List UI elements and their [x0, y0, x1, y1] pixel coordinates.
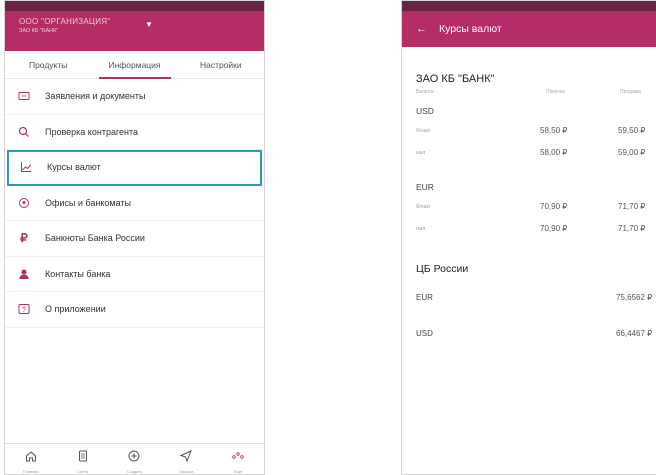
nav-home[interactable]: Главная — [5, 444, 57, 474]
search-icon — [17, 125, 31, 139]
ruble-icon: ₽ — [20, 231, 28, 246]
nav-create[interactable]: Создать — [109, 444, 161, 474]
organization-selector[interactable]: ООО "ОРГАНИЗАЦИЯ" ЗАО КБ "БАНК" ▼ — [5, 11, 264, 51]
info-menu: Заявления и документы Проверка контраген… — [5, 79, 264, 328]
tab-settings[interactable]: Настройки — [178, 51, 264, 78]
cb-rate-row: EUR 75,6562 ₽ — [416, 285, 656, 311]
rate-row: нал 58,00 ₽ 59,00 ₽ — [416, 143, 656, 165]
menu-item-label: Курсы валют — [47, 162, 101, 173]
tab-products[interactable]: Продукты — [5, 51, 91, 78]
exchange-rates-screen: ← Курсы валют ЗАО КБ "БАНК" Валюта Покуп… — [401, 0, 656, 475]
page-title: Курсы валют — [439, 23, 502, 35]
rate-kind: нал — [416, 150, 426, 156]
menu-item-label: О приложении — [45, 304, 106, 315]
menu-item-label: Контакты банка — [45, 268, 111, 279]
home-icon — [25, 449, 37, 467]
tab-bar: Продукты Информация Настройки — [5, 51, 264, 79]
status-bar — [5, 1, 264, 11]
currency-block-eur: EUR б/нал 70,90 ₽ 71,70 ₽ нал 70,90 ₽ 71… — [416, 177, 656, 241]
menu-item-bank-contacts[interactable]: Контакты банка — [5, 257, 264, 292]
column-buy: Покупка — [546, 89, 565, 95]
column-currency: Валюта — [416, 89, 434, 95]
cb-rate-value: 66,4467 ₽ — [616, 329, 653, 338]
currency-code: USD — [416, 329, 433, 338]
menu-item-banknotes[interactable]: ₽ Банкноты Банка России — [5, 221, 264, 257]
currency-code: USD — [416, 106, 434, 116]
tab-information[interactable]: Информация — [91, 51, 177, 78]
rate-row: нал 70,90 ₽ 71,70 ₽ — [416, 219, 656, 241]
nav-accounts[interactable]: Счета — [57, 444, 109, 474]
buy-rate: 70,90 ₽ — [540, 224, 568, 233]
menu-item-label: Банкноты Банка России — [45, 233, 145, 244]
nav-messages[interactable]: Письма — [160, 444, 212, 474]
currency-block-usd: USD б/нал 58,50 ₽ 59,50 ₽ нал 58,00 ₽ 59… — [416, 101, 656, 165]
menu-item-offices-atms[interactable]: Офисы и банкоматы — [5, 186, 264, 221]
nav-label: Ещё — [233, 469, 243, 474]
organization-name: ООО "ОРГАНИЗАЦИЯ" — [19, 17, 111, 26]
currency-code: EUR — [416, 293, 433, 302]
menu-item-about[interactable]: ? О приложении — [5, 292, 264, 328]
back-arrow-icon[interactable]: ← — [416, 23, 427, 35]
sell-rate: 59,50 ₽ — [618, 126, 646, 135]
info-icon: ? — [17, 302, 31, 316]
rate-kind: б/нал — [416, 128, 430, 134]
bank-section-title: ЗАО КБ "БАНК" — [416, 73, 495, 85]
nav-label: Создать — [126, 469, 143, 474]
nav-more[interactable]: Ещё — [212, 444, 264, 474]
column-sell: Продажа — [620, 89, 641, 95]
menu-item-counterparty-check[interactable]: Проверка контрагента — [5, 115, 264, 150]
nav-label: Письма — [179, 469, 194, 474]
app-bar: ← Курсы валют — [402, 11, 656, 47]
buy-rate: 70,90 ₽ — [540, 202, 568, 211]
envelope-icon — [17, 89, 31, 103]
menu-item-exchange-rates[interactable]: Курсы валют — [7, 150, 262, 186]
menu-item-applications[interactable]: Заявления и документы — [5, 79, 264, 115]
status-bar — [402, 1, 656, 11]
currency-code: EUR — [416, 182, 434, 192]
chart-icon — [19, 160, 33, 174]
buy-rate: 58,00 ₽ — [540, 148, 568, 157]
cb-rate-row: USD 66,4467 ₽ — [416, 321, 656, 347]
contact-icon — [17, 267, 31, 281]
rate-kind: нал — [416, 226, 426, 232]
nav-label: Главная — [23, 469, 39, 474]
rate-row: б/нал 70,90 ₽ 71,70 ₽ — [416, 197, 656, 219]
bank-name: ЗАО КБ "БАНК" — [19, 28, 59, 34]
sell-rate: 71,70 ₽ — [618, 202, 646, 211]
document-icon — [77, 449, 89, 467]
menu-item-label: Проверка контрагента — [45, 126, 139, 137]
send-icon — [179, 449, 193, 467]
info-menu-screen: ООО "ОРГАНИЗАЦИЯ" ЗАО КБ "БАНК" ▼ Продук… — [4, 0, 265, 475]
rate-kind: б/нал — [416, 204, 430, 210]
bottom-navigation: Главная Счета Создать Письма Ещё — [5, 443, 264, 474]
rate-row: б/нал 58,50 ₽ 59,50 ₽ — [416, 121, 656, 143]
location-pin-icon — [17, 196, 31, 210]
more-icon — [232, 449, 244, 467]
rates-column-headers: Валюта Покупка Продажа — [416, 89, 656, 97]
menu-item-label: Офисы и банкоматы — [45, 197, 131, 208]
buy-rate: 58,50 ₽ — [540, 126, 568, 135]
svg-text:?: ? — [22, 307, 26, 314]
sell-rate: 71,70 ₽ — [618, 224, 646, 233]
central-bank-section-title: ЦБ России — [416, 263, 469, 275]
dropdown-caret-icon[interactable]: ▼ — [145, 20, 153, 29]
nav-label: Счета — [77, 469, 89, 474]
menu-item-label: Заявления и документы — [45, 91, 146, 102]
sell-rate: 59,00 ₽ — [618, 148, 646, 157]
cb-rate-value: 75,6562 ₽ — [616, 293, 653, 302]
plus-circle-icon — [128, 449, 140, 467]
